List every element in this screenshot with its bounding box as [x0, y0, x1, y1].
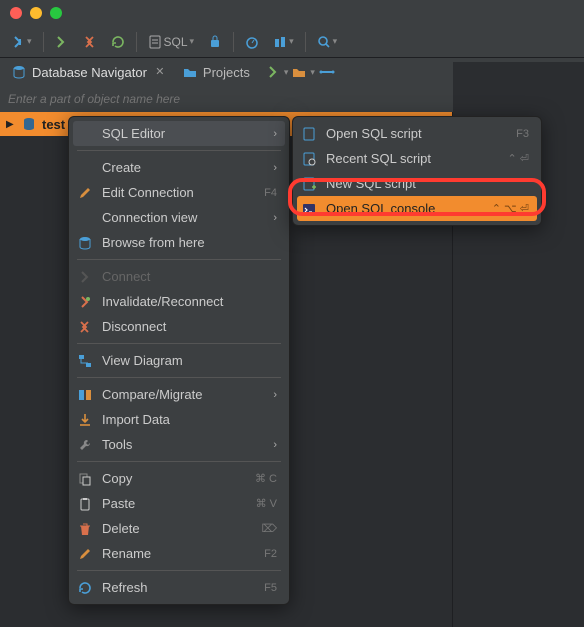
- sql-file-icon: [148, 35, 162, 49]
- tab-label: Projects: [203, 65, 250, 80]
- search-icon: [317, 35, 331, 49]
- sql-editor-submenu: Open SQL scriptF3 Recent SQL script⌃ ⏎ N…: [292, 116, 542, 226]
- sql-editor-label: SQL: [164, 35, 188, 49]
- minimize-window-button[interactable]: [30, 7, 42, 19]
- postgres-icon: [22, 117, 36, 131]
- menu-item-rename[interactable]: RenameF2: [69, 541, 289, 566]
- database-icon: [77, 235, 93, 251]
- connection-name: test: [42, 117, 65, 132]
- search-button[interactable]: ▾: [312, 32, 343, 52]
- disconnect-button[interactable]: [78, 32, 102, 52]
- menu-item-connect: Connect: [69, 264, 289, 289]
- connect-button[interactable]: [50, 32, 74, 52]
- main-toolbar: ▾ SQL ▾ ▾ ▾: [0, 26, 584, 58]
- connection-context-menu: SQL Editor› Create› Edit ConnectionF4 Co…: [68, 116, 290, 605]
- close-tab-button[interactable]: ✕: [153, 65, 167, 79]
- menu-item-tools[interactable]: Tools›: [69, 432, 289, 457]
- menu-item-view-diagram[interactable]: View Diagram: [69, 348, 289, 373]
- menu-item-browse[interactable]: Browse from here: [69, 230, 289, 255]
- menu-item-new-sql-script[interactable]: New SQL script: [293, 171, 541, 196]
- reconnect-icon: [77, 294, 93, 310]
- menu-item-disconnect[interactable]: Disconnect: [69, 314, 289, 339]
- menu-item-refresh[interactable]: RefreshF5: [69, 575, 289, 600]
- dropdown-arrow-icon: ▾: [27, 36, 32, 47]
- new-connection-button[interactable]: ▾: [6, 32, 37, 52]
- menu-item-sql-editor[interactable]: SQL Editor›: [73, 121, 285, 146]
- menu-item-paste[interactable]: Paste⌘ V: [69, 491, 289, 516]
- close-window-button[interactable]: [10, 7, 22, 19]
- maximize-window-button[interactable]: [50, 7, 62, 19]
- copy-icon: [77, 471, 93, 487]
- diagram-icon: [77, 353, 93, 369]
- window-titlebar: [0, 0, 584, 26]
- menu-item-edit-connection[interactable]: Edit ConnectionF4: [69, 180, 289, 205]
- pencil-icon: [77, 546, 93, 562]
- new-sql-icon: [301, 176, 317, 192]
- tasks-button[interactable]: ▾: [268, 32, 299, 52]
- dashboard-button[interactable]: [240, 32, 264, 52]
- reconnect-button[interactable]: [106, 32, 130, 52]
- menu-item-import-data[interactable]: Import Data: [69, 407, 289, 432]
- tab-label: Database Navigator: [32, 65, 147, 80]
- wrench-icon: [77, 437, 93, 453]
- tab-projects[interactable]: Projects: [175, 61, 258, 84]
- commit-button[interactable]: [203, 32, 227, 52]
- console-icon: [301, 201, 317, 217]
- sql-file-icon: [301, 126, 317, 142]
- expand-arrow-icon[interactable]: ▶: [6, 119, 16, 130]
- database-icon: [12, 65, 26, 79]
- menu-item-recent-sql-script[interactable]: Recent SQL script⌃ ⏎: [293, 146, 541, 171]
- refresh-icon: [77, 580, 93, 596]
- plug-icon: [77, 269, 93, 285]
- recent-sql-icon: [301, 151, 317, 167]
- trash-icon: [77, 521, 93, 537]
- menu-item-invalidate[interactable]: Invalidate/Reconnect: [69, 289, 289, 314]
- dropdown-arrow-icon: ▾: [190, 36, 195, 47]
- menu-item-compare[interactable]: Compare/Migrate›: [69, 382, 289, 407]
- menu-item-delete[interactable]: Delete⌦: [69, 516, 289, 541]
- compare-icon: [77, 387, 93, 403]
- submenu-arrow-icon: ›: [273, 128, 277, 140]
- pencil-icon: [77, 185, 93, 201]
- paste-icon: [77, 496, 93, 512]
- menu-item-open-sql-console[interactable]: Open SQL console⌃ ⌥ ⏎: [297, 196, 537, 221]
- import-icon: [77, 412, 93, 428]
- tab-database-navigator[interactable]: Database Navigator ✕: [4, 61, 175, 84]
- folder-icon: [183, 65, 197, 79]
- menu-item-connection-view[interactable]: Connection view›: [69, 205, 289, 230]
- menu-item-create[interactable]: Create›: [69, 155, 289, 180]
- plug-icon[interactable]: [266, 65, 280, 79]
- sql-editor-button[interactable]: SQL ▾: [143, 32, 200, 52]
- disconnect-icon: [77, 319, 93, 335]
- link-icon[interactable]: [319, 69, 335, 75]
- menu-item-open-sql-script[interactable]: Open SQL scriptF3: [293, 121, 541, 146]
- menu-item-copy[interactable]: Copy⌘ C: [69, 466, 289, 491]
- folder-open-icon[interactable]: [292, 65, 306, 79]
